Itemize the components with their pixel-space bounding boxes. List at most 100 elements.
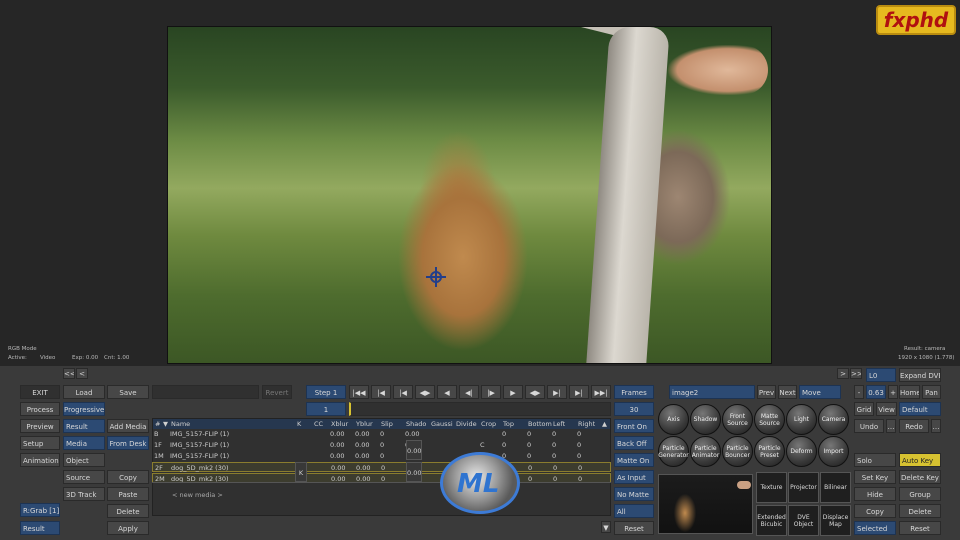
- add-media-button[interactable]: Add Media: [107, 419, 149, 433]
- front-on-button[interactable]: Front On: [614, 419, 654, 433]
- table-row[interactable]: 1FIMG_5157-FLIP (1)0.000.0000.00C0000: [152, 440, 611, 450]
- default-view-select[interactable]: Default: [899, 402, 941, 416]
- rgrab-button[interactable]: R:Grab [1]: [20, 503, 60, 517]
- texture-tool-button[interactable]: Texture: [756, 472, 787, 503]
- cell-name[interactable]: IMG_5157-FLIP (1): [170, 440, 229, 450]
- extended-bicubic-button[interactable]: Extended Bicubic: [756, 505, 787, 536]
- cell-slip[interactable]: 0: [380, 440, 384, 450]
- cell-bot[interactable]: 0: [527, 429, 531, 439]
- particle-animator-button[interactable]: Particle Animator: [690, 436, 721, 467]
- cell-xb[interactable]: 0.00: [330, 451, 344, 461]
- redo-button[interactable]: Redo: [899, 419, 929, 433]
- cell-id[interactable]: 2F: [155, 463, 163, 473]
- matte-on-button[interactable]: Matte On: [614, 453, 654, 467]
- progressive-button[interactable]: Progressive: [63, 402, 105, 416]
- scroll-right-button[interactable]: >: [837, 368, 849, 379]
- solo-button[interactable]: Solo: [854, 453, 896, 467]
- media-button[interactable]: Media: [63, 436, 105, 450]
- scroll-left-button[interactable]: <: [76, 368, 88, 379]
- dve-object-button[interactable]: DVE Object: [788, 505, 819, 536]
- group-button[interactable]: Group: [899, 487, 941, 501]
- all-button[interactable]: All: [614, 504, 654, 518]
- next-key-icon[interactable]: ▶|: [569, 385, 589, 399]
- undo-button[interactable]: Undo: [854, 419, 884, 433]
- cell-right[interactable]: 0: [577, 451, 581, 461]
- shuttle-icon[interactable]: ◀▶: [415, 385, 435, 399]
- col-header-right[interactable]: Right: [578, 419, 595, 429]
- no-matte-button[interactable]: No Matte: [614, 487, 654, 501]
- delete-key-button[interactable]: Delete Key: [899, 470, 941, 484]
- play-icon[interactable]: ▶: [503, 385, 523, 399]
- cell-right[interactable]: 0: [578, 463, 582, 473]
- cell-yb[interactable]: 0.00: [355, 440, 369, 450]
- scroll-up-icon[interactable]: ▲: [602, 419, 607, 429]
- next-node-button[interactable]: Next: [778, 385, 797, 399]
- load-button[interactable]: Load: [63, 385, 105, 399]
- col-header-k[interactable]: K: [297, 419, 301, 429]
- cell-bot[interactable]: 0: [527, 451, 531, 461]
- projector-tool-button[interactable]: Projector: [788, 472, 819, 503]
- prev-node-button[interactable]: Prev: [757, 385, 776, 399]
- save-button[interactable]: Save: [107, 385, 149, 399]
- copy-media-button[interactable]: Copy: [107, 470, 149, 484]
- process-button[interactable]: Process: [20, 402, 60, 416]
- layer-field[interactable]: L0: [866, 368, 896, 382]
- step-forward-frame-icon[interactable]: |▶: [481, 385, 501, 399]
- sort-icon[interactable]: ▼: [163, 419, 168, 429]
- cell-xb[interactable]: 0.00: [330, 440, 344, 450]
- apply-button[interactable]: Apply: [107, 521, 149, 535]
- cell-name[interactable]: dog_5D_mk2 (30): [171, 463, 229, 473]
- as-input-button[interactable]: As Input: [614, 470, 654, 484]
- source-button[interactable]: Source: [63, 470, 105, 484]
- step-forward-icon[interactable]: ▶|: [547, 385, 567, 399]
- bilinear-tool-button[interactable]: Bilinear: [820, 472, 851, 503]
- table-row[interactable]: 2Fdog_5D_mk2 (30)0.000.0000.00C0000: [152, 462, 611, 472]
- axis-target-icon[interactable]: [426, 267, 446, 287]
- cell-left[interactable]: 0: [552, 429, 556, 439]
- light-tool-button[interactable]: Light: [786, 404, 817, 435]
- table-row[interactable]: B IMG_5157-FLIP (1) 0.00 0.00 0 0.00 0 0 0 0: [152, 429, 611, 439]
- cell-name[interactable]: IMG_5157-FLIP (1): [170, 429, 229, 439]
- cell-slip[interactable]: 0: [380, 451, 384, 461]
- table-row[interactable]: 1M IMG_5157-FLIP (1) 0.00 0.00 0 0 0 0 0: [152, 451, 611, 461]
- particle-bouncer-button[interactable]: Particle Bouncer: [722, 436, 753, 467]
- result-button[interactable]: Result: [63, 419, 105, 433]
- col-header-gaussian[interactable]: Gaussi: [431, 419, 453, 429]
- prev-key-icon[interactable]: |◀: [371, 385, 391, 399]
- import-tool-button[interactable]: Import: [818, 436, 849, 467]
- reset-node-button[interactable]: Reset: [899, 521, 941, 535]
- expand-dve-button[interactable]: Expand DVE: [899, 368, 941, 382]
- delete-media-button[interactable]: Delete: [107, 504, 149, 518]
- exit-button[interactable]: EXIT: [20, 385, 60, 399]
- col-header-yblur[interactable]: Yblur: [356, 419, 373, 429]
- cell-id[interactable]: 1M: [154, 451, 164, 461]
- displace-map-button[interactable]: Displace Map: [820, 505, 851, 536]
- delete-node-button[interactable]: Delete: [899, 504, 941, 518]
- front-source-tool-button[interactable]: Front Source: [722, 404, 753, 435]
- new-media-row[interactable]: < new media >: [172, 491, 223, 499]
- cell-slip[interactable]: 0: [380, 429, 384, 439]
- goto-start-icon[interactable]: |◀◀: [349, 385, 369, 399]
- set-key-button[interactable]: Set Key: [854, 470, 896, 484]
- scroll-left-fast-button[interactable]: <<: [63, 368, 75, 379]
- particle-preset-button[interactable]: Particle Preset: [754, 436, 785, 467]
- col-header-slip[interactable]: Slip: [381, 419, 393, 429]
- cell-name[interactable]: IMG_5157-FLIP (1): [170, 451, 229, 461]
- pan-button[interactable]: Pan: [922, 385, 941, 399]
- auto-key-button[interactable]: Auto Key: [899, 453, 941, 467]
- axis-tool-button[interactable]: Axis: [658, 404, 689, 435]
- cell-top[interactable]: 0: [502, 429, 506, 439]
- cell-yb[interactable]: 0.00: [355, 429, 369, 439]
- timeline-bar[interactable]: [349, 402, 611, 416]
- camera-tool-button[interactable]: Camera: [818, 404, 849, 435]
- col-header-shadow[interactable]: Shado: [406, 419, 426, 429]
- node-name-field[interactable]: image2: [669, 385, 755, 399]
- cell-bot[interactable]: 0: [528, 463, 532, 473]
- step-back-icon[interactable]: |◀: [393, 385, 413, 399]
- cell-bot[interactable]: 0: [527, 440, 531, 450]
- cell-left[interactable]: 0: [552, 440, 556, 450]
- step-button[interactable]: Step 1: [306, 385, 346, 399]
- cell-xb[interactable]: 0.00: [330, 429, 344, 439]
- cell-right[interactable]: 0: [577, 429, 581, 439]
- loop-icon[interactable]: ◀▶: [525, 385, 545, 399]
